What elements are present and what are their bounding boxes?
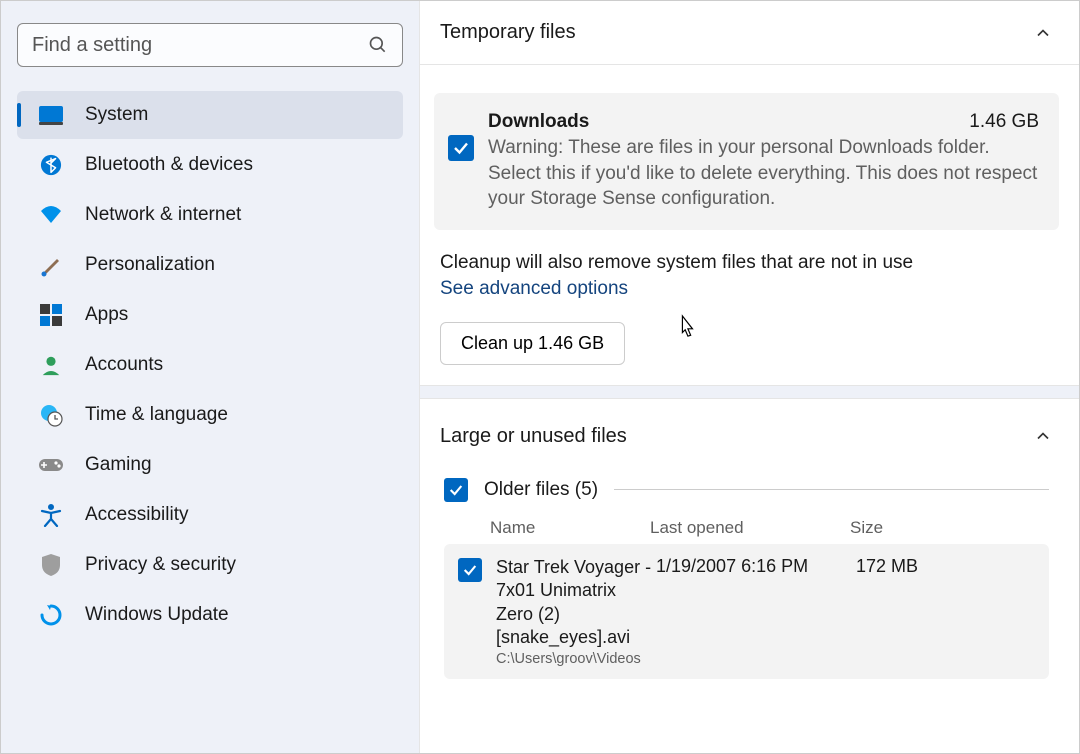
col-opened: Last opened — [650, 518, 850, 538]
downloads-card: Downloads 1.46 GB Warning: These are fil… — [434, 93, 1059, 230]
wifi-icon — [37, 201, 65, 229]
cleanup-button[interactable]: Clean up 1.46 GB — [440, 322, 625, 365]
sidebar-item-accounts[interactable]: Accounts — [17, 341, 403, 389]
nav-label: Accessibility — [85, 504, 188, 526]
older-files-row: Older files (5) — [444, 478, 1049, 502]
apps-icon — [37, 301, 65, 329]
update-icon — [37, 601, 65, 629]
col-size: Size — [850, 518, 970, 538]
main-content: Temporary files Downloads 1.46 GB Warnin… — [419, 1, 1079, 753]
downloads-text: Downloads 1.46 GB Warning: These are fil… — [488, 111, 1039, 212]
settings-sidebar: System Bluetooth & devices Network & int… — [1, 1, 419, 753]
section-title: Large or unused files — [440, 425, 627, 448]
older-files-checkbox[interactable] — [444, 478, 468, 502]
chevron-up-icon — [1033, 23, 1053, 43]
nav-label: Bluetooth & devices — [85, 154, 253, 176]
nav-list: System Bluetooth & devices Network & int… — [17, 91, 403, 639]
search-input[interactable] — [32, 34, 368, 57]
nav-label: Personalization — [85, 254, 215, 276]
file-size: 172 MB — [856, 556, 976, 577]
section-divider — [420, 385, 1079, 399]
temp-files-body: Downloads 1.46 GB Warning: These are fil… — [420, 65, 1079, 385]
downloads-checkbox[interactable] — [448, 135, 474, 161]
col-name: Name — [490, 518, 650, 538]
divider-line — [614, 489, 1049, 490]
temp-files-header[interactable]: Temporary files — [420, 1, 1079, 65]
sidebar-item-time[interactable]: Time & language — [17, 391, 403, 439]
downloads-size: 1.46 GB — [969, 111, 1039, 133]
search-box[interactable] — [17, 23, 403, 67]
advanced-options-link[interactable]: See advanced options — [440, 278, 628, 300]
file-row[interactable]: Star Trek Voyager - 7x01 Unimatrix Zero … — [444, 544, 1049, 680]
sidebar-item-update[interactable]: Windows Update — [17, 591, 403, 639]
sidebar-item-system[interactable]: System — [17, 91, 403, 139]
person-icon — [37, 351, 65, 379]
gamepad-icon — [37, 451, 65, 479]
accessibility-icon — [37, 501, 65, 529]
nav-label: Privacy & security — [85, 554, 236, 576]
nav-label: Windows Update — [85, 604, 229, 626]
large-files-body: Older files (5) Name Last opened Size St… — [420, 464, 1079, 680]
column-headers: Name Last opened Size — [490, 512, 1049, 544]
file-path: C:\Users\groov\Videos — [496, 651, 656, 667]
sidebar-item-accessibility[interactable]: Accessibility — [17, 491, 403, 539]
nav-label: Accounts — [85, 354, 163, 376]
nav-label: Network & internet — [85, 204, 241, 226]
cleanup-note: Cleanup will also remove system files th… — [440, 252, 1059, 274]
shield-icon — [37, 551, 65, 579]
section-title: Temporary files — [440, 21, 576, 44]
sidebar-item-gaming[interactable]: Gaming — [17, 441, 403, 489]
file-name: Star Trek Voyager - 7x01 Unimatrix Zero … — [496, 556, 656, 650]
sidebar-item-personalization[interactable]: Personalization — [17, 241, 403, 289]
sidebar-item-privacy[interactable]: Privacy & security — [17, 541, 403, 589]
clock-globe-icon — [37, 401, 65, 429]
nav-label: Time & language — [85, 404, 228, 426]
nav-label: Gaming — [85, 454, 152, 476]
older-files-label: Older files (5) — [484, 479, 598, 501]
sidebar-item-network[interactable]: Network & internet — [17, 191, 403, 239]
downloads-title: Downloads — [488, 111, 589, 133]
nav-label: Apps — [85, 304, 128, 326]
brush-icon — [37, 251, 65, 279]
nav-label: System — [85, 104, 148, 126]
display-icon — [37, 101, 65, 129]
sidebar-item-apps[interactable]: Apps — [17, 291, 403, 339]
chevron-up-icon — [1033, 426, 1053, 446]
bluetooth-icon — [37, 151, 65, 179]
file-checkbox[interactable] — [458, 558, 482, 582]
search-icon — [368, 35, 388, 55]
downloads-warning: Warning: These are files in your persona… — [488, 135, 1039, 212]
sidebar-item-bluetooth[interactable]: Bluetooth & devices — [17, 141, 403, 189]
file-opened: 1/19/2007 6:16 PM — [656, 556, 856, 577]
large-files-header[interactable]: Large or unused files — [420, 399, 1079, 464]
